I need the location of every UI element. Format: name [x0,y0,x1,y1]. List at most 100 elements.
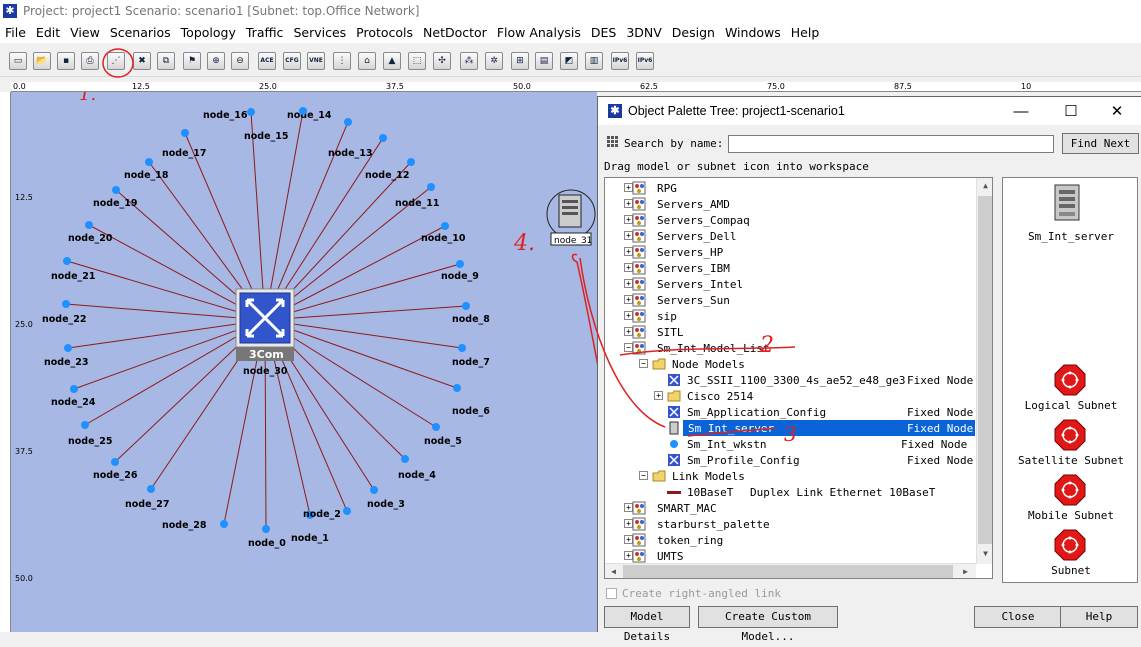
workstation-node[interactable] [70,385,78,393]
workstation-node[interactable] [145,158,153,166]
workstation-node[interactable] [111,458,119,466]
workstation-node[interactable] [299,107,307,115]
link-line[interactable] [67,319,266,349]
save-icon[interactable]: ▪ [57,52,75,70]
workstation-node[interactable] [112,186,120,194]
menu-item-3dnv[interactable]: 3DNV [621,25,666,40]
triangle-icon[interactable]: ▲ [383,52,401,70]
workstation-node[interactable] [379,134,387,142]
tree-model-row[interactable]: Sm_Application_Config Fixed Node [605,404,975,420]
workstation-node[interactable] [344,118,352,126]
vne-icon[interactable]: VNE [307,52,325,70]
new-icon[interactable]: ▭ [9,52,27,70]
expander-icon[interactable]: − [639,471,648,480]
workstation-node[interactable] [247,108,255,116]
server-node-icon[interactable]: node_31 [546,189,596,246]
scroll-up-icon[interactable]: ▲ [977,178,992,194]
server-icon[interactable] [1053,184,1083,225]
workstation-node[interactable] [220,520,228,528]
cfg-icon[interactable]: CFG [283,52,301,70]
menu-item-des[interactable]: DES [586,25,621,40]
report-icon[interactable]: ▤ [535,52,553,70]
tree-folder-row[interactable]: + token_ring [605,532,975,548]
close-button[interactable]: Close [974,606,1062,628]
tree-folder-row[interactable]: + SMART_MAC [605,500,975,516]
tree-folder-row[interactable]: + starburst_palette [605,516,975,532]
right-angled-link-checkbox[interactable] [606,588,617,599]
link-line[interactable] [264,319,463,349]
tree-folder-row[interactable]: + SITL [605,324,975,340]
link-line[interactable] [264,305,467,321]
maximize-button[interactable]: ☐ [1048,97,1094,125]
graph-icon[interactable]: ◩ [560,52,578,70]
workstation-node[interactable] [401,455,409,463]
switch-hub-icon[interactable]: 3Com [235,288,295,361]
scroll-left-icon[interactable]: ◀ [605,564,622,578]
menu-item-scenarios[interactable]: Scenarios [105,25,176,40]
results-icon[interactable]: ▥ [585,52,603,70]
duplicate-icon[interactable]: ⧉ [157,52,175,70]
subnet-icon[interactable] [1054,474,1086,506]
right-angled-link-option[interactable]: Create right-angled link [606,587,781,600]
help-button[interactable]: Help [1060,606,1138,628]
tree-folder-row[interactable]: + Cisco 2514 [605,388,975,404]
menu-item-file[interactable]: File [0,25,31,40]
ipv6-alt-icon[interactable]: IPv6 [636,52,654,70]
workspace-canvas[interactable]: node_0 node_1 node_2 node_3 node_4 node_5 node… [11,92,597,632]
subnet-icon[interactable] [1054,529,1086,561]
menu-item-netdoctor[interactable]: NetDoctor [418,25,492,40]
workstation-node[interactable] [262,525,270,533]
workstation-node[interactable] [458,344,466,352]
tree-folder-row[interactable]: + Servers_Intel [605,276,975,292]
menu-item-services[interactable]: Services [288,25,351,40]
workstation-node[interactable] [63,257,71,265]
expander-icon[interactable]: − [639,359,648,368]
close-window-button[interactable]: ✕ [1094,97,1140,125]
tree-folder-row[interactable]: + Servers_Compaq [605,212,975,228]
menu-item-topology[interactable]: Topology [176,25,241,40]
find-next-button[interactable]: Find Next [1062,133,1139,154]
scroll-thumb[interactable] [978,196,992,544]
fail-icon[interactable]: ⚑ [183,52,201,70]
tree-folder-row[interactable]: + Servers_HP [605,244,975,260]
create-custom-model-button[interactable]: Create Custom Model... [698,606,838,643]
workstation-node[interactable] [456,260,464,268]
workstation-node[interactable] [462,302,470,310]
menu-item-traffic[interactable]: Traffic [241,25,289,40]
network-diagram[interactable]: node_0 node_1node_2node_3node_4node_5node… [11,92,597,632]
menu-item-edit[interactable]: Edit [31,25,65,40]
tree-folder-row[interactable]: − Link Models [605,468,975,484]
print-icon[interactable]: ⎙ [81,52,99,70]
workstation-node[interactable] [441,222,449,230]
workstation-node[interactable] [407,158,415,166]
nodes-icon[interactable]: ⁂ [460,52,478,70]
tree-folder-row[interactable]: + RPG [605,180,975,196]
tree-folder-row[interactable]: − Node Models [605,356,975,372]
tree-folder-row[interactable]: + Servers_AMD [605,196,975,212]
hierarchy-icon[interactable]: ⊞ [511,52,529,70]
menu-item-view[interactable]: View [65,25,105,40]
subnet-icon[interactable] [1054,419,1086,451]
tree-folder-row[interactable]: + sip [605,308,975,324]
ace-icon[interactable]: ACE [258,52,276,70]
zoom-out-icon[interactable]: ⊖ [231,52,249,70]
tree-folder-row[interactable]: − Sm_Int_Model_List [605,340,975,356]
menu-item-protocols[interactable]: Protocols [351,25,418,40]
expander-icon[interactable]: + [654,391,663,400]
link-line[interactable] [65,303,266,321]
tree-folder-row[interactable]: + Servers_IBM [605,260,975,276]
menu-item-help[interactable]: Help [786,25,825,40]
open-icon[interactable]: 📂 [33,52,51,70]
scroll-down-icon[interactable]: ▼ [977,546,992,562]
menu-item-flow-analysis[interactable]: Flow Analysis [492,25,586,40]
link-line[interactable] [66,260,266,321]
menu-item-design[interactable]: Design [667,25,720,40]
workstation-node[interactable] [147,485,155,493]
tree-model-row[interactable]: Sm_Profile_Config Fixed Node [605,452,975,468]
tree-folder-row[interactable]: + Servers_Sun [605,292,975,308]
verify-links-icon[interactable]: ✣ [433,52,451,70]
model-details-button[interactable]: Model Details [604,606,690,643]
zoom-in-icon[interactable]: ⊕ [207,52,225,70]
hscroll-thumb[interactable] [623,565,953,578]
workstation-node[interactable] [81,421,89,429]
